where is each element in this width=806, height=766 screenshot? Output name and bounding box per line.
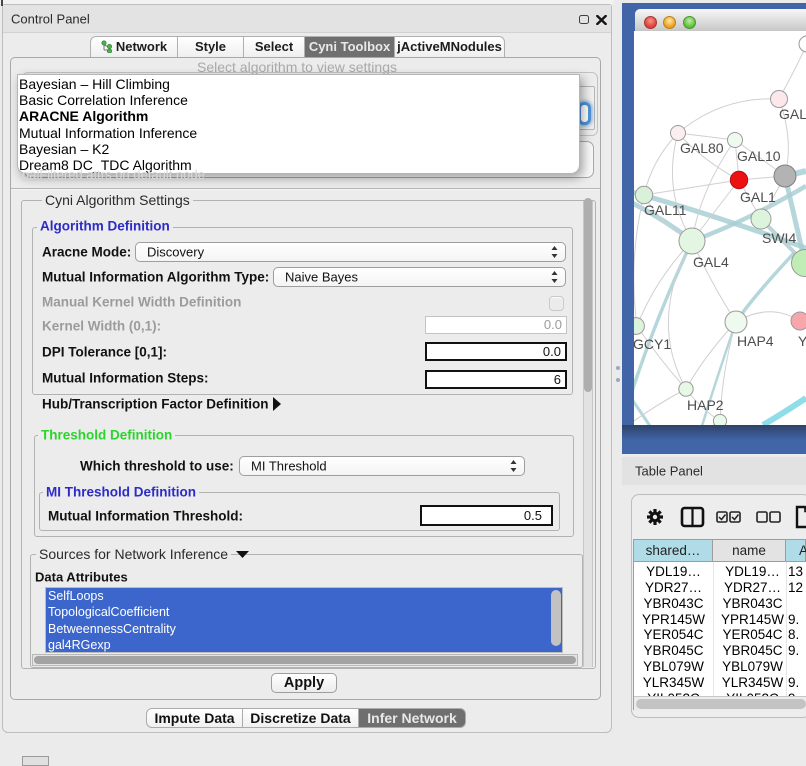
svg-text:GAL11: GAL11 <box>644 202 687 218</box>
svg-text:Y: Y <box>798 333 806 349</box>
svg-text:GAL7: GAL7 <box>779 106 806 122</box>
svg-text:HAP2: HAP2 <box>687 397 724 413</box>
svg-text:GAL4: GAL4 <box>693 254 729 270</box>
svg-text:GAL1: GAL1 <box>740 189 776 205</box>
svg-text:HAP4: HAP4 <box>737 333 774 349</box>
svg-text:GAL80: GAL80 <box>680 140 724 156</box>
svg-text:GAL10: GAL10 <box>737 148 781 164</box>
svg-text:GCY1: GCY1 <box>634 336 671 352</box>
svg-text:SWI4: SWI4 <box>762 230 796 246</box>
